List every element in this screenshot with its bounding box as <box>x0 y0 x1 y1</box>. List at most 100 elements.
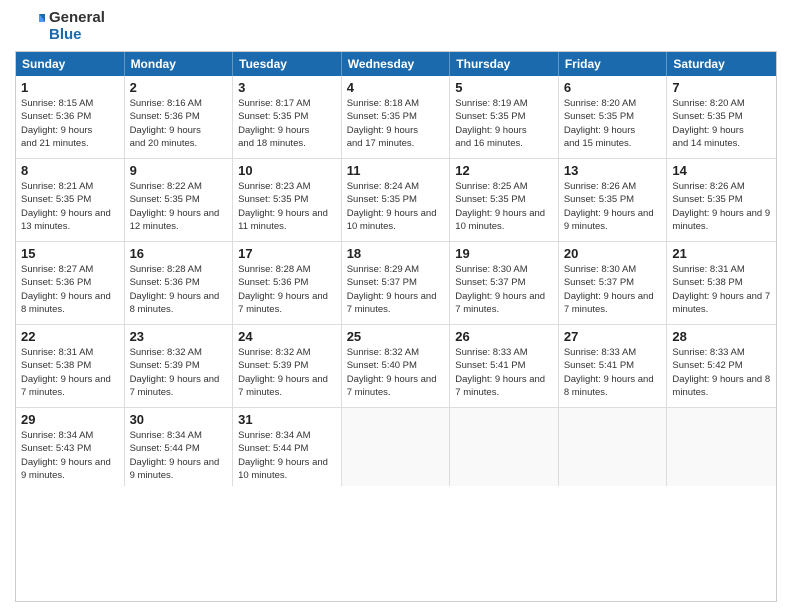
day-info: Sunrise: 8:27 AM Sunset: 5:36 PM Dayligh… <box>21 263 119 316</box>
day-number: 5 <box>455 80 553 95</box>
day-info: Sunrise: 8:33 AM Sunset: 5:41 PM Dayligh… <box>455 346 553 399</box>
day-number: 13 <box>564 163 662 178</box>
day-cell-empty-4-3 <box>342 408 451 486</box>
logo-svg <box>15 12 45 42</box>
day-info: Sunrise: 8:28 AM Sunset: 5:36 PM Dayligh… <box>130 263 228 316</box>
week-row-3: 15 Sunrise: 8:27 AM Sunset: 5:36 PM Dayli… <box>16 242 776 325</box>
week-row-4: 22 Sunrise: 8:31 AM Sunset: 5:38 PM Dayli… <box>16 325 776 408</box>
calendar-header: Sunday Monday Tuesday Wednesday Thursday… <box>16 52 776 76</box>
page-container: General Blue Sunday Monday Tuesday Wedne… <box>0 0 792 612</box>
day-info: Sunrise: 8:31 AM Sunset: 5:38 PM Dayligh… <box>672 263 771 316</box>
day-number: 9 <box>130 163 228 178</box>
header-friday: Friday <box>559 52 668 76</box>
day-cell-9-1-1: 9 Sunrise: 8:22 AM Sunset: 5:35 PM Daylig… <box>125 159 234 241</box>
day-info: Sunrise: 8:20 AM Sunset: 5:35 PM Dayligh… <box>564 97 662 150</box>
day-info: Sunrise: 8:25 AM Sunset: 5:35 PM Dayligh… <box>455 180 553 233</box>
header: General Blue <box>15 10 777 43</box>
day-number: 2 <box>130 80 228 95</box>
day-cell-4-0-3: 4Sunrise: 8:18 AM Sunset: 5:35 PM Daylig… <box>342 76 451 158</box>
day-cell-26-3-4: 26Sunrise: 8:33 AM Sunset: 5:41 PM Dayli… <box>450 325 559 407</box>
day-info: Sunrise: 8:32 AM Sunset: 5:39 PM Dayligh… <box>238 346 336 399</box>
logo: General Blue <box>15 10 105 43</box>
day-number: 8 <box>21 163 119 178</box>
day-info: Sunrise: 8:34 AM Sunset: 5:44 PM Dayligh… <box>130 429 228 482</box>
header-monday: Monday <box>125 52 234 76</box>
day-number: 27 <box>564 329 662 344</box>
day-cell-16-2-1: 16 Sunrise: 8:28 AM Sunset: 5:36 PM Dayli… <box>125 242 234 324</box>
day-info: Sunrise: 8:20 AM Sunset: 5:35 PM Dayligh… <box>672 97 771 150</box>
day-info: Sunrise: 8:30 AM Sunset: 5:37 PM Dayligh… <box>455 263 553 316</box>
day-cell-empty-4-5 <box>559 408 668 486</box>
day-number: 16 <box>130 246 228 261</box>
day-cell-20-2-5: 20 Sunrise: 8:30 AM Sunset: 5:37 PM Dayli… <box>559 242 668 324</box>
day-info: Sunrise: 8:30 AM Sunset: 5:37 PM Dayligh… <box>564 263 662 316</box>
day-info: Sunrise: 8:22 AM Sunset: 5:35 PM Dayligh… <box>130 180 228 233</box>
header-wednesday: Wednesday <box>342 52 451 76</box>
week-row-2: 8 Sunrise: 8:21 AM Sunset: 5:35 PM Daylig… <box>16 159 776 242</box>
week-row-1: 1Sunrise: 8:15 AM Sunset: 5:36 PM Daylig… <box>16 76 776 159</box>
day-info: Sunrise: 8:32 AM Sunset: 5:39 PM Dayligh… <box>130 346 228 399</box>
day-info: Sunrise: 8:17 AM Sunset: 5:35 PM Dayligh… <box>238 97 336 150</box>
day-cell-6-0-5: 6 Sunrise: 8:20 AM Sunset: 5:35 PM Daylig… <box>559 76 668 158</box>
calendar-body: 1Sunrise: 8:15 AM Sunset: 5:36 PM Daylig… <box>16 76 776 486</box>
logo-general-text: General <box>49 10 105 27</box>
day-info: Sunrise: 8:26 AM Sunset: 5:35 PM Dayligh… <box>564 180 662 233</box>
day-number: 31 <box>238 412 336 427</box>
day-cell-2-0-1: 2 Sunrise: 8:16 AM Sunset: 5:36 PM Daylig… <box>125 76 234 158</box>
day-info: Sunrise: 8:33 AM Sunset: 5:41 PM Dayligh… <box>564 346 662 399</box>
header-saturday: Saturday <box>667 52 776 76</box>
day-number: 15 <box>21 246 119 261</box>
day-cell-12-1-4: 12 Sunrise: 8:25 AM Sunset: 5:35 PM Dayli… <box>450 159 559 241</box>
day-number: 25 <box>347 329 445 344</box>
header-sunday: Sunday <box>16 52 125 76</box>
header-thursday: Thursday <box>450 52 559 76</box>
day-number: 20 <box>564 246 662 261</box>
day-cell-23-3-1: 23Sunrise: 8:32 AM Sunset: 5:39 PM Dayli… <box>125 325 234 407</box>
day-info: Sunrise: 8:32 AM Sunset: 5:40 PM Dayligh… <box>347 346 445 399</box>
day-number: 12 <box>455 163 553 178</box>
day-cell-19-2-4: 19 Sunrise: 8:30 AM Sunset: 5:37 PM Dayli… <box>450 242 559 324</box>
day-number: 29 <box>21 412 119 427</box>
day-info: Sunrise: 8:21 AM Sunset: 5:35 PM Dayligh… <box>21 180 119 233</box>
day-cell-17-2-2: 17Sunrise: 8:28 AM Sunset: 5:36 PM Dayli… <box>233 242 342 324</box>
day-cell-15-2-0: 15 Sunrise: 8:27 AM Sunset: 5:36 PM Dayli… <box>16 242 125 324</box>
day-info: Sunrise: 8:29 AM Sunset: 5:37 PM Dayligh… <box>347 263 445 316</box>
day-info: Sunrise: 8:34 AM Sunset: 5:44 PM Dayligh… <box>238 429 336 482</box>
day-info: Sunrise: 8:34 AM Sunset: 5:43 PM Dayligh… <box>21 429 119 482</box>
day-number: 7 <box>672 80 771 95</box>
day-cell-30-4-1: 30Sunrise: 8:34 AM Sunset: 5:44 PM Dayli… <box>125 408 234 486</box>
day-number: 21 <box>672 246 771 261</box>
day-number: 14 <box>672 163 771 178</box>
day-number: 28 <box>672 329 771 344</box>
day-info: Sunrise: 8:26 AM Sunset: 5:35 PM Dayligh… <box>672 180 771 233</box>
header-tuesday: Tuesday <box>233 52 342 76</box>
day-cell-31-4-2: 31 Sunrise: 8:34 AM Sunset: 5:44 PM Dayli… <box>233 408 342 486</box>
day-cell-3-0-2: 3 Sunrise: 8:17 AM Sunset: 5:35 PM Daylig… <box>233 76 342 158</box>
day-info: Sunrise: 8:18 AM Sunset: 5:35 PM Dayligh… <box>347 97 445 150</box>
day-cell-22-3-0: 22 Sunrise: 8:31 AM Sunset: 5:38 PM Dayli… <box>16 325 125 407</box>
day-cell-7-0-6: 7 Sunrise: 8:20 AM Sunset: 5:35 PM Daylig… <box>667 76 776 158</box>
day-number: 22 <box>21 329 119 344</box>
day-cell-11-1-3: 11Sunrise: 8:24 AM Sunset: 5:35 PM Dayli… <box>342 159 451 241</box>
day-cell-24-3-2: 24 Sunrise: 8:32 AM Sunset: 5:39 PM Dayli… <box>233 325 342 407</box>
day-cell-25-3-3: 25 Sunrise: 8:32 AM Sunset: 5:40 PM Dayli… <box>342 325 451 407</box>
day-cell-5-0-4: 5Sunrise: 8:19 AM Sunset: 5:35 PM Daylig… <box>450 76 559 158</box>
day-cell-29-4-0: 29 Sunrise: 8:34 AM Sunset: 5:43 PM Dayli… <box>16 408 125 486</box>
week-row-5: 29 Sunrise: 8:34 AM Sunset: 5:43 PM Dayli… <box>16 408 776 486</box>
day-number: 19 <box>455 246 553 261</box>
day-number: 24 <box>238 329 336 344</box>
day-info: Sunrise: 8:33 AM Sunset: 5:42 PM Dayligh… <box>672 346 771 399</box>
day-info: Sunrise: 8:31 AM Sunset: 5:38 PM Dayligh… <box>21 346 119 399</box>
day-number: 6 <box>564 80 662 95</box>
day-cell-empty-4-6 <box>667 408 776 486</box>
day-cell-21-2-6: 21 Sunrise: 8:31 AM Sunset: 5:38 PM Dayli… <box>667 242 776 324</box>
day-info: Sunrise: 8:16 AM Sunset: 5:36 PM Dayligh… <box>130 97 228 150</box>
day-info: Sunrise: 8:24 AM Sunset: 5:35 PM Dayligh… <box>347 180 445 233</box>
logo-blue-text: Blue <box>49 27 105 44</box>
day-cell-empty-4-4 <box>450 408 559 486</box>
day-number: 3 <box>238 80 336 95</box>
day-cell-27-3-5: 27 Sunrise: 8:33 AM Sunset: 5:41 PM Dayli… <box>559 325 668 407</box>
day-number: 18 <box>347 246 445 261</box>
day-cell-10-1-2: 10Sunrise: 8:23 AM Sunset: 5:35 PM Dayli… <box>233 159 342 241</box>
day-cell-14-1-6: 14 Sunrise: 8:26 AM Sunset: 5:35 PM Dayli… <box>667 159 776 241</box>
